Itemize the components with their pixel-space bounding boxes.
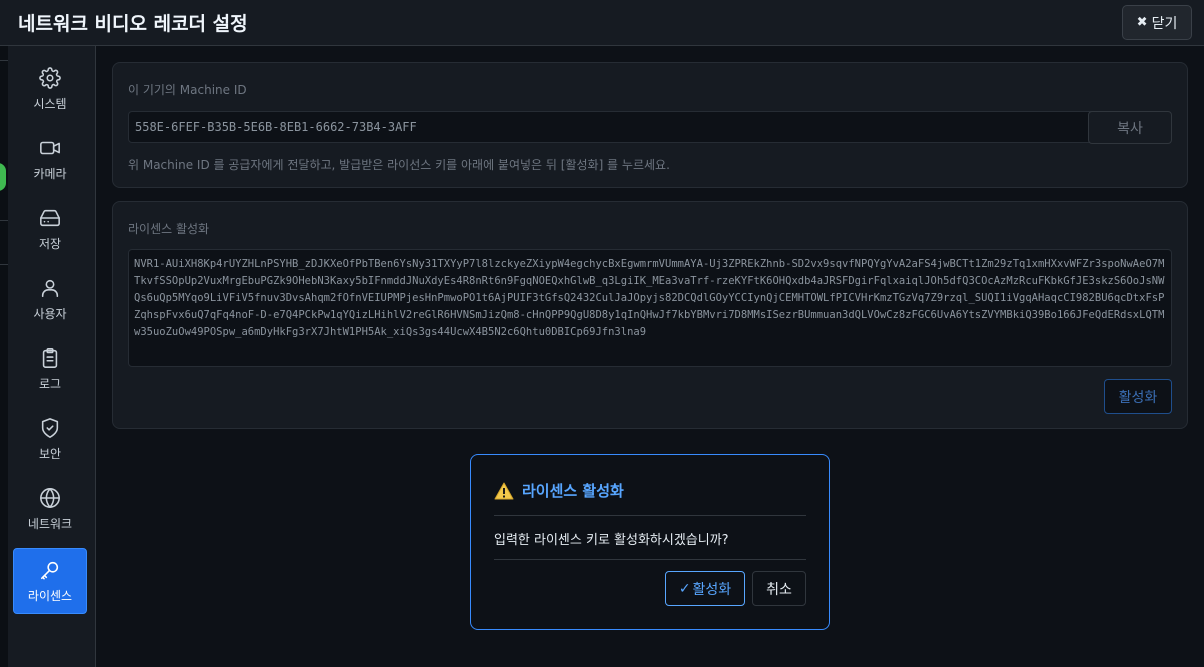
activate-button[interactable]: 활성화 [1104, 379, 1172, 414]
license-card: 라이센스 활성화 NVR1-AUiXH8Kp4rUYZHLnPSYHB_zDJK… [112, 201, 1188, 429]
video-camera-icon [40, 141, 60, 154]
sidebar-item-label: 라이센스 [27, 588, 73, 603]
sidebar-item-system[interactable]: 시스템 [13, 56, 87, 122]
sidebar-item-label: 보안 [38, 446, 62, 461]
sidebar-item-label: 사용자 [33, 306, 67, 321]
sidebar-item-label: 네트워크 [27, 516, 73, 531]
sidebar-item-label: 시스템 [33, 96, 67, 111]
machine-id-label: 이 기기의 Machine ID [128, 83, 247, 97]
close-icon: ✖ [1136, 15, 1148, 30]
hard-drive-icon [40, 209, 60, 226]
copy-button[interactable]: 복사 [1088, 111, 1172, 144]
close-label: 닫기 [1151, 15, 1178, 32]
dialog-header: 라이센스 활성화 [494, 480, 624, 501]
user-icon [41, 279, 59, 297]
dialog-title: 라이센스 활성화 [522, 482, 624, 500]
close-button[interactable]: ✖ 닫기 [1122, 5, 1192, 40]
sidebar: 시스템 카메라 저장 사용자 로그 보안 네트워크 라이센스 [8, 46, 96, 667]
globe-icon [40, 487, 60, 508]
status-indicator [0, 163, 6, 191]
clipboard-icon [42, 347, 58, 368]
sidebar-item-label: 로그 [38, 376, 62, 391]
shield-check-icon [41, 417, 59, 438]
key-icon [40, 561, 59, 579]
machine-id-hint: 위 Machine ID 를 공급자에게 전달하고, 발급받은 라이선스 키를 … [128, 158, 670, 172]
sidebar-item-label: 카메라 [33, 166, 67, 181]
dialog-divider [494, 515, 806, 516]
machine-id-field[interactable]: 558E-6FEF-B35B-5E6B-8EB1-6662-73B4-3AFF [128, 111, 1103, 143]
background-window-edge [0, 46, 8, 667]
check-icon: ✓ [678, 580, 691, 597]
sidebar-item-users[interactable]: 사용자 [13, 266, 87, 332]
dialog-cancel-button[interactable]: 취소 [752, 571, 806, 606]
sidebar-item-network[interactable]: 네트워크 [13, 476, 87, 542]
sidebar-item-camera[interactable]: 카메라 [13, 126, 87, 192]
dialog-confirm-button[interactable]: ✓ 활성화 [665, 571, 745, 606]
sidebar-item-storage[interactable]: 저장 [13, 196, 87, 262]
license-label: 라이센스 활성화 [128, 222, 210, 236]
sidebar-item-security[interactable]: 보안 [13, 406, 87, 472]
confirm-dialog: 라이센스 활성화 입력한 라이센스 키로 활성화하시겠습니까? ✓ 활성화 취소 [470, 454, 830, 630]
sidebar-item-license[interactable]: 라이센스 [13, 548, 87, 614]
title-bar: 네트워크 비디오 레코더 설정 ✖ 닫기 [0, 0, 1204, 46]
dialog-divider [494, 559, 806, 560]
warning-icon [494, 482, 514, 499]
license-key-input[interactable]: NVR1-AUiXH8Kp4rUYZHLnPSYHB_zDJKXeOfPbTBe… [128, 249, 1172, 367]
dialog-message: 입력한 라이센스 키로 활성화하시겠습니까? [494, 533, 729, 548]
window-title: 네트워크 비디오 레코더 설정 [18, 13, 248, 35]
gear-icon [39, 66, 61, 89]
sidebar-item-label: 저장 [38, 236, 62, 251]
dialog-confirm-label: 활성화 [692, 581, 732, 598]
sidebar-item-log[interactable]: 로그 [13, 336, 87, 402]
machine-id-card: 이 기기의 Machine ID 558E-6FEF-B35B-5E6B-8EB… [112, 62, 1188, 188]
